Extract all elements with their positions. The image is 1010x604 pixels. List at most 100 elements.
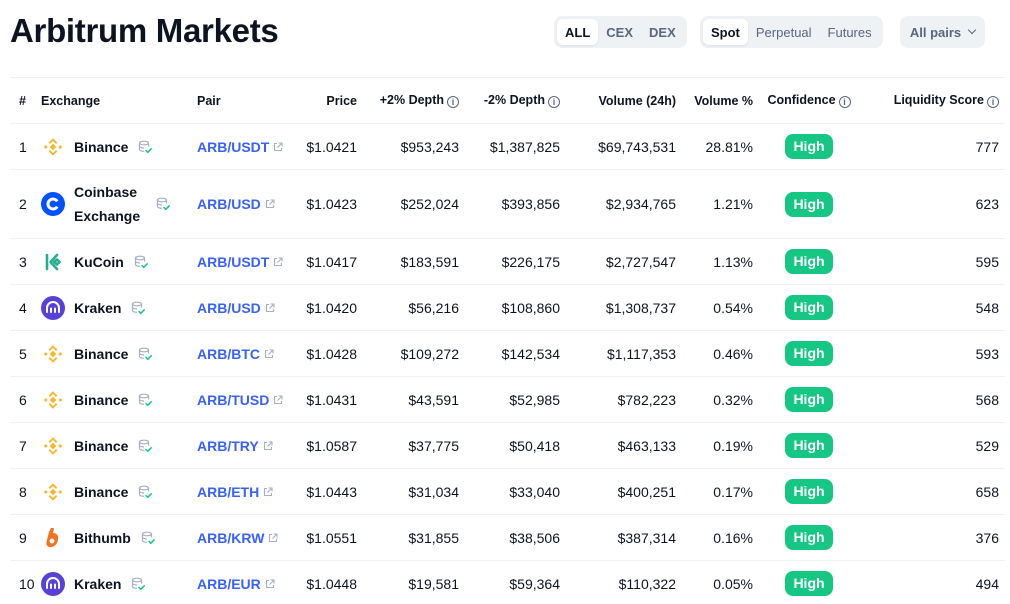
pair-link[interactable]: ARB/USDT [197,139,283,155]
tab-spot[interactable]: Spot [703,19,748,45]
volume-cell: $2,727,547 [566,238,682,285]
exchange-name[interactable]: Bithumb [74,526,131,550]
liquidity-cell: 376 [859,514,1005,561]
rank-cell: 5 [10,330,41,377]
external-link-icon [264,486,273,496]
header-plus-depth[interactable]: +2% Depth i [363,77,465,124]
confidence-badge: High [785,249,833,274]
exchange-name[interactable]: Binance [74,480,128,504]
header-rank[interactable]: # [10,77,41,124]
exchange-cell: Kraken [41,560,197,604]
binance-logo[interactable] [41,135,65,159]
kraken-logo[interactable] [41,295,65,320]
plus-depth-cell: $31,034 [363,468,465,515]
header-exchange[interactable]: Exchange [41,77,197,124]
info-icon[interactable]: i [838,96,851,108]
info-icon[interactable]: i [548,96,560,108]
kucoin-logo[interactable] [41,250,65,274]
minus-depth-cell: $38,506 [465,514,566,561]
tab-dex[interactable]: DEX [641,19,684,45]
exchange-name[interactable]: KuCoin [74,250,124,274]
plus-depth-cell: $19,581 [363,560,465,604]
pair-cell: ARB/EUR [197,560,295,604]
verified-reserves-icon [132,577,146,590]
table-row[interactable]: 7 Binance ARB/TRY $1.0587 $37,775 $50,418 $463… [10,422,1005,469]
price-cell: $1.0428 [295,330,363,377]
table-row[interactable]: 3 KuCoin ARB/USDT $1.0417 $183,591 $226,175 $2… [10,238,1005,285]
table-row[interactable]: 1 Binance ARB/USDT $1.0421 $953,243 $1,387,82… [10,123,1005,170]
volume-cell: $1,117,353 [566,330,682,377]
header-confidence[interactable]: Confidence i [759,77,859,124]
pair-label: ARB/USD [197,196,261,212]
coinbase-logo[interactable] [41,192,65,216]
plus-depth-cell: $43,591 [363,376,465,423]
info-icon[interactable]: i [987,96,999,108]
confidence-cell: High [759,376,859,423]
table-row[interactable]: 4 Kraken ARB/USD $1.0420 $56,216 $108,860 $1,3… [10,284,1005,331]
exchange-name[interactable]: Binance [74,388,128,412]
volume-pct-cell: 28.81% [682,123,759,170]
minus-depth-cell: $33,040 [465,468,566,515]
binance-logo[interactable] [41,342,65,366]
table-row[interactable]: 9 Bithumb ARB/KRW $1.0551 $31,855 $38,506 $387… [10,514,1005,561]
binance-logo[interactable] [41,388,65,412]
confidence-cell: High [759,330,859,377]
pair-link[interactable]: ARB/USD [197,300,275,316]
liquidity-cell: 623 [859,169,1005,239]
plus-depth-cell: $252,024 [363,169,465,239]
exchange-name[interactable]: Binance [74,434,128,458]
table-row[interactable]: 10 Kraken ARB/EUR $1.0448 $19,581 $59,364 $110… [10,560,1005,604]
exchange-name[interactable]: Binance [74,342,128,366]
binance-logo[interactable] [41,434,65,458]
pair-label: ARB/USDT [197,138,270,155]
header-volume-pct[interactable]: Volume % [682,77,759,124]
volume-cell: $400,251 [566,468,682,515]
kraken-logo[interactable] [41,571,65,596]
pair-link[interactable]: ARB/EUR [197,576,275,592]
header-price[interactable]: Price [295,77,363,124]
exchange-name[interactable]: Kraken [74,296,121,320]
header-minus-depth[interactable]: -2% Depth i [465,77,566,124]
exchange-name[interactable]: Binance [74,135,128,159]
pair-link[interactable]: ARB/ETH [197,484,273,500]
header-pair[interactable]: Pair [197,77,295,124]
plus-depth-cell: $56,216 [363,284,465,331]
info-icon[interactable]: i [447,96,459,108]
tab-futures[interactable]: Futures [820,19,880,45]
exchange-cell: Bithumb [41,514,197,561]
binance-logo[interactable] [41,480,65,504]
price-cell: $1.0551 [295,514,363,561]
header-plus-depth-label: +2% Depth [379,93,444,107]
exchange-name[interactable]: Coinbase Exchange [74,180,146,228]
pair-link[interactable]: ARB/TRY [197,438,273,454]
confidence-cell: High [759,238,859,285]
pair-link[interactable]: ARB/KRW [197,530,278,546]
bithumb-logo[interactable] [41,526,65,550]
volume-pct-cell: 0.16% [682,514,759,561]
pairs-dropdown[interactable]: All pairs [900,16,985,48]
volume-pct-cell: 0.32% [682,376,759,423]
header-liquidity[interactable]: Liquidity Score i [859,77,1005,124]
tab-all[interactable]: ALL [557,19,599,45]
volume-cell: $387,314 [566,514,682,561]
minus-depth-cell: $59,364 [465,560,566,604]
header-volume[interactable]: Volume (24h) [566,77,682,124]
table-row[interactable]: 8 Binance ARB/ETH $1.0443 $31,034 $33,040 $400… [10,468,1005,515]
pair-cell: ARB/BTC [197,330,295,377]
tab-perpetual[interactable]: Perpetual [748,19,820,45]
pair-link[interactable]: ARB/USD [197,196,275,212]
pair-link[interactable]: ARB/USDT [197,254,283,270]
external-link-icon [265,199,275,209]
table-row[interactable]: 6 Binance ARB/TUSD $1.0431 $43,591 $52,985 $78… [10,376,1005,423]
tab-cex[interactable]: CEX [598,19,641,45]
table-row[interactable]: 2 Coinbase Exchange ARB/USD $1.0423 $252,024… [10,169,1005,239]
external-link-icon [274,256,283,266]
plus-depth-cell: $31,855 [363,514,465,561]
chevron-down-icon [967,25,977,35]
liquidity-cell: 548 [859,284,1005,331]
pair-link[interactable]: ARB/BTC [197,346,274,362]
table-row[interactable]: 5 Binance ARB/BTC $1.0428 $109,272 $142,534 $1… [10,330,1005,377]
price-cell: $1.0421 [295,123,363,170]
exchange-name[interactable]: Kraken [74,572,121,596]
pair-link[interactable]: ARB/TUSD [197,392,283,408]
